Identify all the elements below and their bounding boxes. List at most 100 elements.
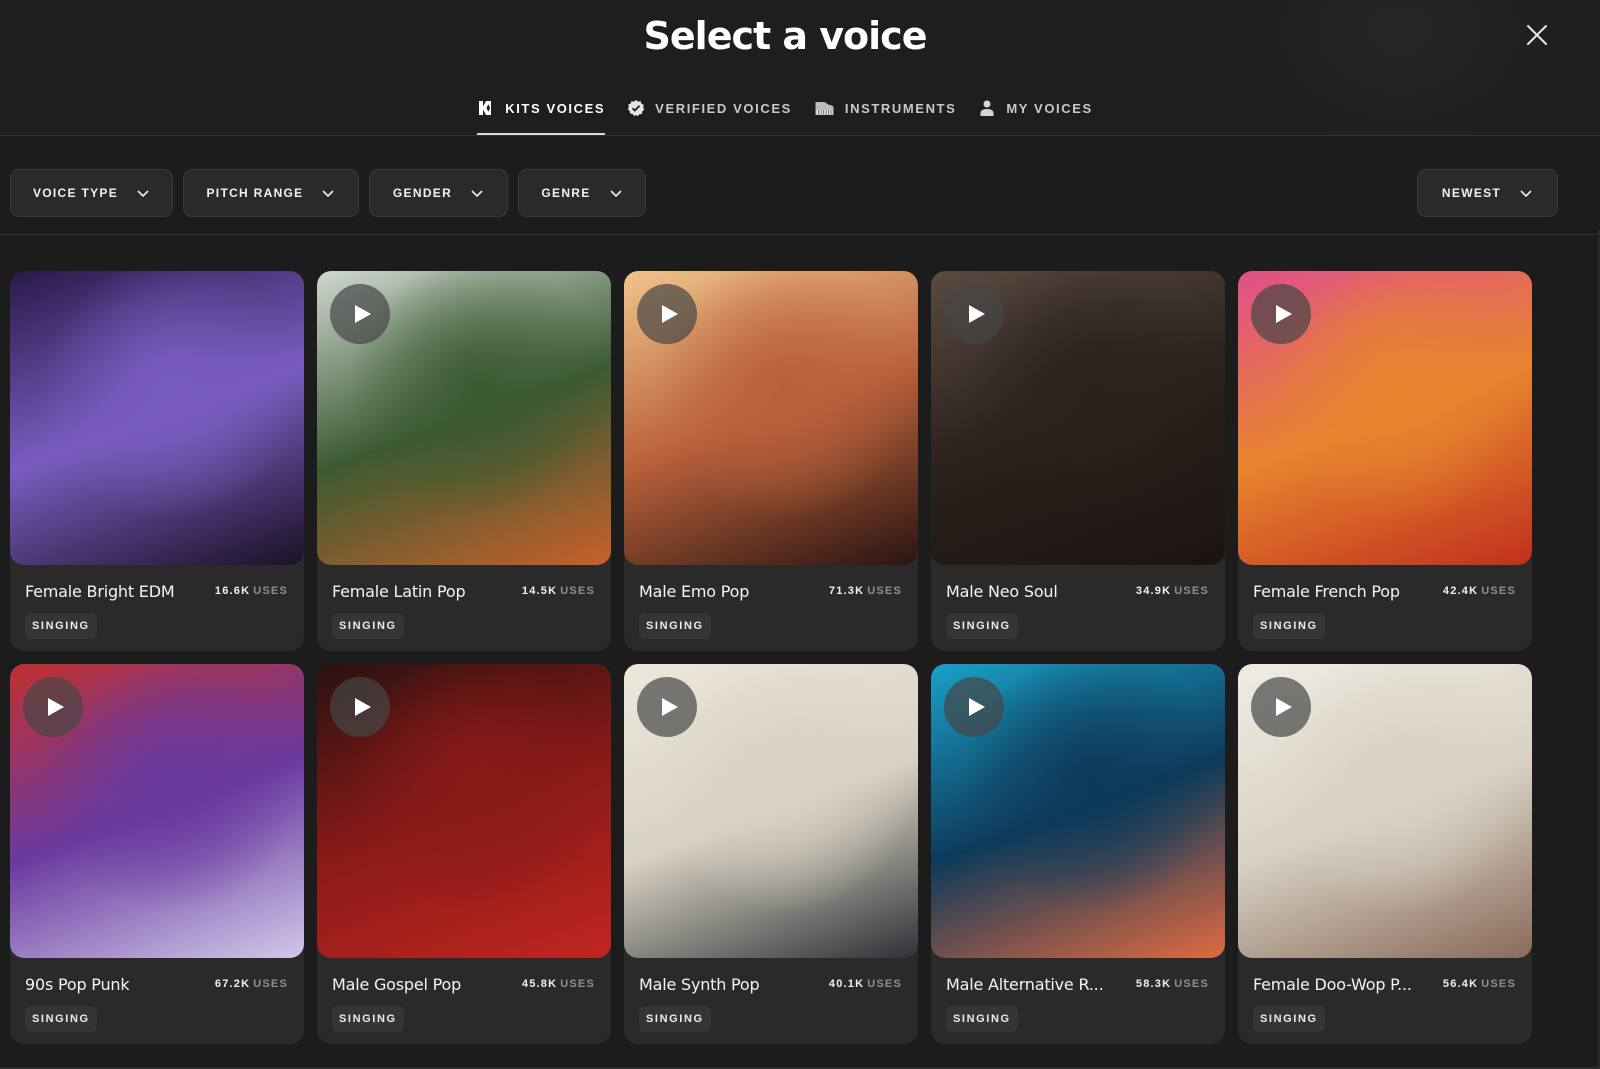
voice-thumbnail [317, 664, 611, 958]
play-button[interactable] [330, 284, 390, 344]
voice-card[interactable]: Female French Pop 42.4K USES SINGING [1238, 271, 1532, 651]
voice-uses: 16.6K USES [215, 585, 288, 597]
voice-name: Female Doo-Wop P... [1253, 975, 1412, 994]
filter-label: GENDER [392, 186, 453, 200]
voice-card[interactable]: Male Emo Pop 71.3K USES SINGING [624, 271, 918, 651]
voice-name: Male Emo Pop [639, 582, 750, 601]
voice-uses: 45.8K USES [522, 978, 595, 990]
uses-count: 45.8K [521, 978, 558, 990]
voice-card[interactable]: Male Alternative R... 58.3K USES SINGING [931, 664, 1225, 1044]
voice-name: Female Bright EDM [25, 582, 175, 601]
close-button[interactable] [1524, 22, 1550, 48]
voice-uses: 71.3K USES [829, 585, 902, 597]
uses-count: 42.4K [1442, 585, 1479, 597]
tab-label: VERIFIED VOICES [655, 101, 792, 116]
play-icon [968, 698, 985, 716]
voice-type-badge: SINGING [25, 613, 97, 639]
play-button[interactable] [944, 677, 1004, 737]
tab-verified-voices[interactable]: VERIFIED VOICES [627, 96, 792, 136]
voice-uses: 67.2K USES [215, 978, 288, 990]
uses-count: 58.3K [1135, 978, 1172, 990]
voice-thumbnail [10, 271, 304, 565]
play-button[interactable] [1251, 284, 1311, 344]
play-button[interactable] [637, 284, 697, 344]
voice-uses: 14.5K USES [522, 585, 595, 597]
voice-type-dropdown[interactable]: VOICE TYPE [10, 169, 173, 217]
uses-count: 40.1K [828, 978, 865, 990]
voice-card[interactable]: Male Synth Pop 40.1K USES SINGING [624, 664, 918, 1044]
chevron-down-icon [322, 190, 335, 198]
voice-tabs: KITS VOICES VERIFIED VOICES INSTRUMENTS … [0, 96, 1570, 136]
voice-name: Male Synth Pop [639, 975, 760, 994]
uses-count: 71.3K [828, 585, 865, 597]
uses-label: USES [560, 585, 595, 597]
filter-bar: VOICE TYPE PITCH RANGE GENDER GENRE NEWE… [10, 169, 1590, 217]
gender-dropdown[interactable]: GENDER [369, 169, 508, 217]
voice-type-badge: SINGING [1253, 1006, 1325, 1032]
uses-label: USES [560, 978, 595, 990]
voice-name: Male Gospel Pop [332, 975, 462, 994]
voice-thumbnail [1238, 271, 1532, 565]
voice-type-badge: SINGING [639, 613, 711, 639]
voice-type-badge: SINGING [332, 1006, 404, 1032]
play-icon [1275, 305, 1292, 323]
sort-label: NEWEST [1441, 186, 1502, 200]
play-button[interactable] [1251, 677, 1311, 737]
voice-card[interactable]: 90s Pop Punk 67.2K USES SINGING [10, 664, 304, 1044]
voice-thumbnail [317, 271, 611, 565]
voice-card[interactable]: Female Latin Pop 14.5K USES SINGING [317, 271, 611, 651]
voice-card[interactable]: Female Doo-Wop P... 56.4K USES SINGING [1238, 664, 1532, 1044]
voice-uses: 58.3K USES [1136, 978, 1209, 990]
uses-count: 56.4K [1442, 978, 1479, 990]
uses-label: USES [253, 585, 288, 597]
uses-label: USES [1481, 978, 1516, 990]
filter-label: PITCH RANGE [206, 186, 304, 200]
uses-label: USES [867, 585, 902, 597]
voice-name: Male Alternative R... [946, 975, 1104, 994]
voice-name: Female Latin Pop [332, 582, 466, 601]
tab-label: MY VOICES [1006, 101, 1093, 116]
chevron-down-icon [1520, 190, 1532, 198]
tab-label: KITS VOICES [505, 101, 606, 116]
kits-logo-icon [479, 101, 492, 115]
tab-my-voices[interactable]: MY VOICES [978, 96, 1092, 136]
voice-thumbnail [624, 271, 918, 565]
play-icon [661, 305, 678, 323]
modal-header: Select a voice KITS VOICES VERIFIED VOIC… [0, 0, 1600, 136]
play-button[interactable] [637, 677, 697, 737]
voice-thumbnail [10, 664, 304, 958]
play-button[interactable] [944, 284, 1004, 344]
voice-type-badge: SINGING [946, 1006, 1018, 1032]
page-title: Select a voice [643, 14, 928, 58]
tab-kits-voices[interactable]: KITS VOICES [477, 96, 606, 136]
voice-thumbnail [1238, 664, 1532, 958]
voice-uses: 34.9K USES [1136, 585, 1209, 597]
genre-dropdown[interactable]: GENRE [518, 169, 646, 217]
voice-card[interactable]: Male Neo Soul 34.9K USES SINGING [931, 271, 1225, 651]
voice-type-badge: SINGING [25, 1006, 97, 1032]
uses-count: 67.2K [214, 978, 251, 990]
play-icon [661, 698, 678, 716]
uses-count: 34.9K [1135, 585, 1172, 597]
uses-label: USES [1174, 978, 1209, 990]
piano-icon [815, 102, 834, 115]
voice-type-badge: SINGING [1253, 613, 1325, 639]
uses-label: USES [253, 978, 288, 990]
sort-dropdown[interactable]: NEWEST [1417, 169, 1558, 217]
play-icon [47, 698, 64, 716]
uses-label: USES [1481, 585, 1516, 597]
voice-card[interactable]: Female Bright EDM 16.6K USES SINGING [10, 271, 304, 651]
play-button[interactable] [23, 677, 83, 737]
voice-card[interactable]: Male Gospel Pop 45.8K USES SINGING [317, 664, 611, 1044]
tab-label: INSTRUMENTS [844, 101, 957, 116]
divider [0, 234, 1600, 235]
play-button[interactable] [330, 677, 390, 737]
close-icon [1527, 25, 1547, 45]
voice-thumbnail [931, 664, 1225, 958]
voice-thumbnail [931, 271, 1225, 565]
pitch-range-dropdown[interactable]: PITCH RANGE [183, 169, 359, 217]
voice-name: 90s Pop Punk [25, 975, 130, 994]
tab-instruments[interactable]: INSTRUMENTS [814, 96, 957, 136]
chevron-down-icon [137, 190, 149, 198]
play-icon [1275, 698, 1292, 716]
